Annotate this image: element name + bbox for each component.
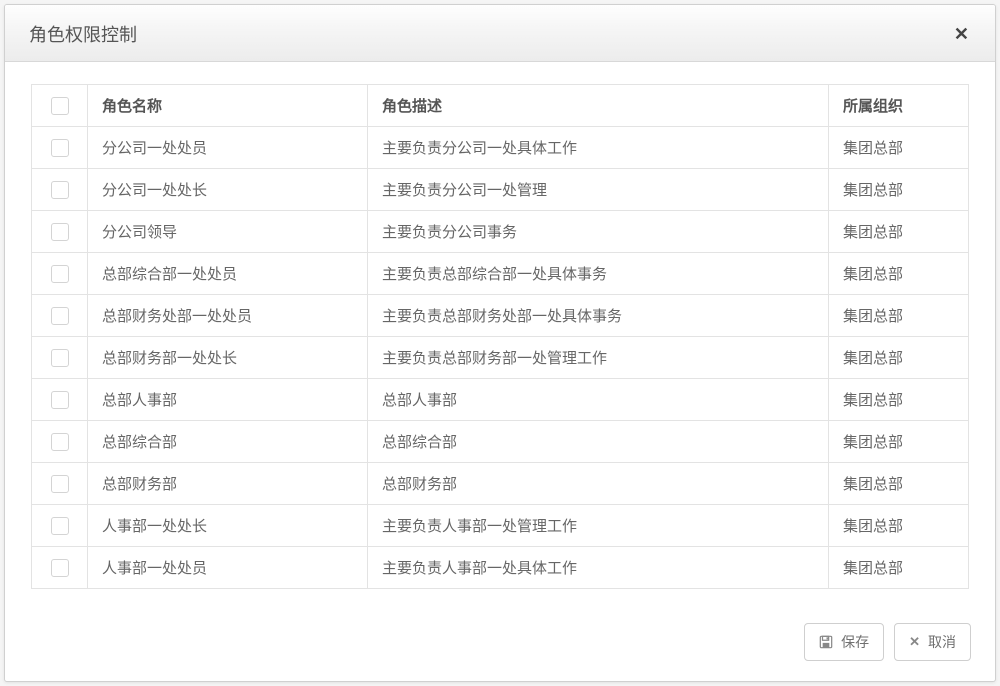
table-row: 总部人事部总部人事部集团总部 <box>32 379 969 421</box>
row-org: 集团总部 <box>829 505 969 547</box>
table-row: 分公司一处处长主要负责分公司一处管理集团总部 <box>32 169 969 211</box>
row-checkbox-cell <box>32 505 88 547</box>
close-icon[interactable]: ✕ <box>948 23 975 45</box>
select-all-header <box>32 85 88 127</box>
row-role-desc: 总部财务部 <box>368 463 829 505</box>
save-button[interactable]: 保存 <box>804 623 884 661</box>
row-checkbox[interactable] <box>51 517 69 535</box>
row-role-name: 人事部一处处长 <box>88 505 368 547</box>
row-role-desc: 主要负责分公司一处具体工作 <box>368 127 829 169</box>
table-row: 总部财务部总部财务部集团总部 <box>32 463 969 505</box>
role-permission-dialog: 角色权限控制 ✕ 角色名称 角色描述 所属组织 分公司一处处员主要负责分公司一处… <box>4 4 996 682</box>
header-role-desc: 角色描述 <box>368 85 829 127</box>
dialog-body: 角色名称 角色描述 所属组织 分公司一处处员主要负责分公司一处具体工作集团总部分… <box>5 62 995 609</box>
row-checkbox[interactable] <box>51 475 69 493</box>
table-row: 分公司一处处员主要负责分公司一处具体工作集团总部 <box>32 127 969 169</box>
table-header-row: 角色名称 角色描述 所属组织 <box>32 85 969 127</box>
row-checkbox-cell <box>32 337 88 379</box>
row-checkbox[interactable] <box>51 391 69 409</box>
row-org: 集团总部 <box>829 463 969 505</box>
table-row: 分公司领导主要负责分公司事务集团总部 <box>32 211 969 253</box>
row-checkbox[interactable] <box>51 307 69 325</box>
row-org: 集团总部 <box>829 253 969 295</box>
row-role-name: 分公司一处处员 <box>88 127 368 169</box>
row-role-desc: 总部人事部 <box>368 379 829 421</box>
roles-table: 角色名称 角色描述 所属组织 分公司一处处员主要负责分公司一处具体工作集团总部分… <box>31 84 969 589</box>
row-role-desc: 主要负责人事部一处具体工作 <box>368 547 829 589</box>
row-checkbox[interactable] <box>51 181 69 199</box>
row-checkbox-cell <box>32 547 88 589</box>
dialog-title: 角色权限控制 <box>29 21 137 47</box>
row-checkbox-cell <box>32 127 88 169</box>
row-role-desc: 总部综合部 <box>368 421 829 463</box>
row-role-name: 分公司一处处长 <box>88 169 368 211</box>
row-role-desc: 主要负责总部财务部一处管理工作 <box>368 337 829 379</box>
header-role-name: 角色名称 <box>88 85 368 127</box>
row-role-name: 总部人事部 <box>88 379 368 421</box>
row-role-name: 总部综合部一处处员 <box>88 253 368 295</box>
row-checkbox[interactable] <box>51 559 69 577</box>
table-row: 总部综合部一处处员主要负责总部综合部一处具体事务集团总部 <box>32 253 969 295</box>
dialog-footer: 保存 ✕ 取消 <box>5 609 995 681</box>
row-role-name: 分公司领导 <box>88 211 368 253</box>
close-icon: ✕ <box>909 634 920 650</box>
table-row: 总部财务处部一处处员主要负责总部财务处部一处具体事务集团总部 <box>32 295 969 337</box>
row-role-name: 总部财务部 <box>88 463 368 505</box>
header-org: 所属组织 <box>829 85 969 127</box>
row-org: 集团总部 <box>829 295 969 337</box>
row-org: 集团总部 <box>829 169 969 211</box>
row-role-name: 人事部一处处员 <box>88 547 368 589</box>
table-row: 总部财务部一处处长主要负责总部财务部一处管理工作集团总部 <box>32 337 969 379</box>
row-role-name: 总部财务部一处处长 <box>88 337 368 379</box>
row-role-desc: 主要负责总部综合部一处具体事务 <box>368 253 829 295</box>
row-checkbox[interactable] <box>51 433 69 451</box>
table-row: 人事部一处处员主要负责人事部一处具体工作集团总部 <box>32 547 969 589</box>
row-checkbox[interactable] <box>51 349 69 367</box>
row-checkbox-cell <box>32 421 88 463</box>
row-checkbox[interactable] <box>51 139 69 157</box>
row-checkbox-cell <box>32 295 88 337</box>
row-org: 集团总部 <box>829 421 969 463</box>
row-org: 集团总部 <box>829 337 969 379</box>
row-org: 集团总部 <box>829 379 969 421</box>
row-org: 集团总部 <box>829 547 969 589</box>
row-role-desc: 主要负责总部财务处部一处具体事务 <box>368 295 829 337</box>
save-button-label: 保存 <box>841 632 869 652</box>
row-role-name: 总部综合部 <box>88 421 368 463</box>
row-role-name: 总部财务处部一处处员 <box>88 295 368 337</box>
table-row: 人事部一处处长主要负责人事部一处管理工作集团总部 <box>32 505 969 547</box>
row-checkbox[interactable] <box>51 223 69 241</box>
row-checkbox-cell <box>32 211 88 253</box>
row-checkbox[interactable] <box>51 265 69 283</box>
row-role-desc: 主要负责分公司事务 <box>368 211 829 253</box>
cancel-button[interactable]: ✕ 取消 <box>894 623 971 661</box>
cancel-button-label: 取消 <box>928 632 956 652</box>
row-role-desc: 主要负责分公司一处管理 <box>368 169 829 211</box>
row-role-desc: 主要负责人事部一处管理工作 <box>368 505 829 547</box>
row-checkbox-cell <box>32 169 88 211</box>
row-checkbox-cell <box>32 463 88 505</box>
row-checkbox-cell <box>32 379 88 421</box>
row-org: 集团总部 <box>829 127 969 169</box>
save-icon <box>819 635 833 649</box>
dialog-header: 角色权限控制 ✕ <box>5 5 995 62</box>
row-checkbox-cell <box>32 253 88 295</box>
select-all-checkbox[interactable] <box>51 97 69 115</box>
table-row: 总部综合部总部综合部集团总部 <box>32 421 969 463</box>
row-org: 集团总部 <box>829 211 969 253</box>
